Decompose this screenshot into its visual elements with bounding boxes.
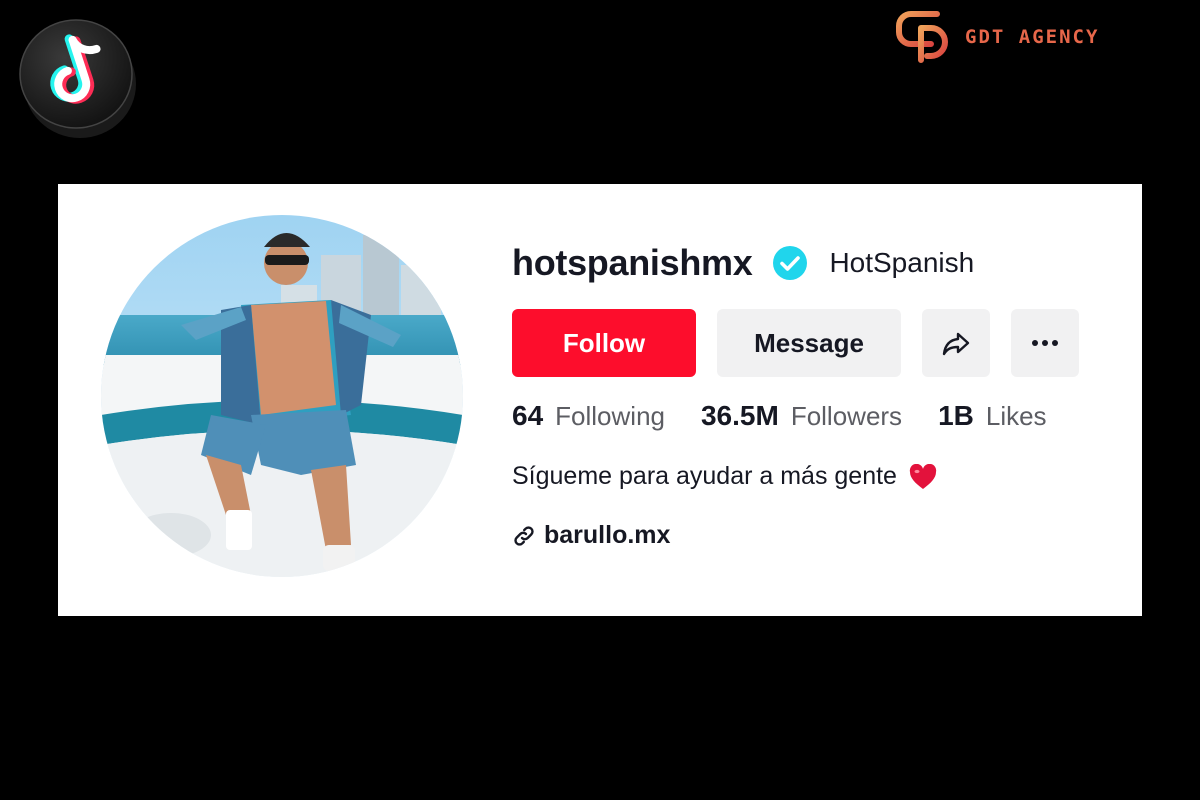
message-button[interactable]: Message (717, 309, 901, 377)
name-row: hotspanishmx HotSpanish (512, 242, 974, 284)
agency-logo: GDT AGENCY (893, 6, 1099, 68)
bio: Sígueme para ayudar a más gente (512, 462, 937, 491)
followers-label: Followers (790, 401, 903, 431)
profile-stats: 64 Following 36.5M Followers 1B Likes (512, 400, 1047, 432)
stat-following[interactable]: 64 Following (512, 400, 665, 432)
likes-count: 1B (938, 400, 974, 431)
share-arrow-icon (942, 332, 970, 356)
link-icon (514, 525, 534, 546)
likes-label: Likes (985, 401, 1047, 431)
followers-count: 36.5M (700, 400, 779, 431)
follow-button[interactable]: Follow (512, 309, 696, 377)
link-text: barullo.mx (544, 521, 671, 549)
more-button[interactable] (1011, 309, 1079, 377)
agency-name: GDT AGENCY (965, 26, 1100, 48)
stat-followers[interactable]: 36.5M Followers (701, 400, 902, 432)
username: hotspanishmx (512, 242, 753, 283)
stat-likes: 1B Likes (938, 400, 1047, 432)
verified-badge-icon (773, 246, 808, 280)
bio-text: Sígueme para ayudar a más gente (512, 462, 897, 490)
agency-mark-icon (896, 11, 948, 63)
tiktok-logo (16, 14, 140, 138)
heart-icon (909, 463, 937, 489)
display-name: HotSpanish (829, 247, 975, 278)
profile-card: hotspanishmx HotSpanish Follow Message 6… (58, 184, 1142, 616)
more-dots-icon (1032, 340, 1058, 346)
share-button[interactable] (922, 309, 990, 377)
profile-link[interactable]: barullo.mx (512, 521, 670, 550)
avatar[interactable] (101, 215, 463, 577)
following-label: Following (555, 401, 665, 431)
following-count: 64 (512, 400, 544, 431)
